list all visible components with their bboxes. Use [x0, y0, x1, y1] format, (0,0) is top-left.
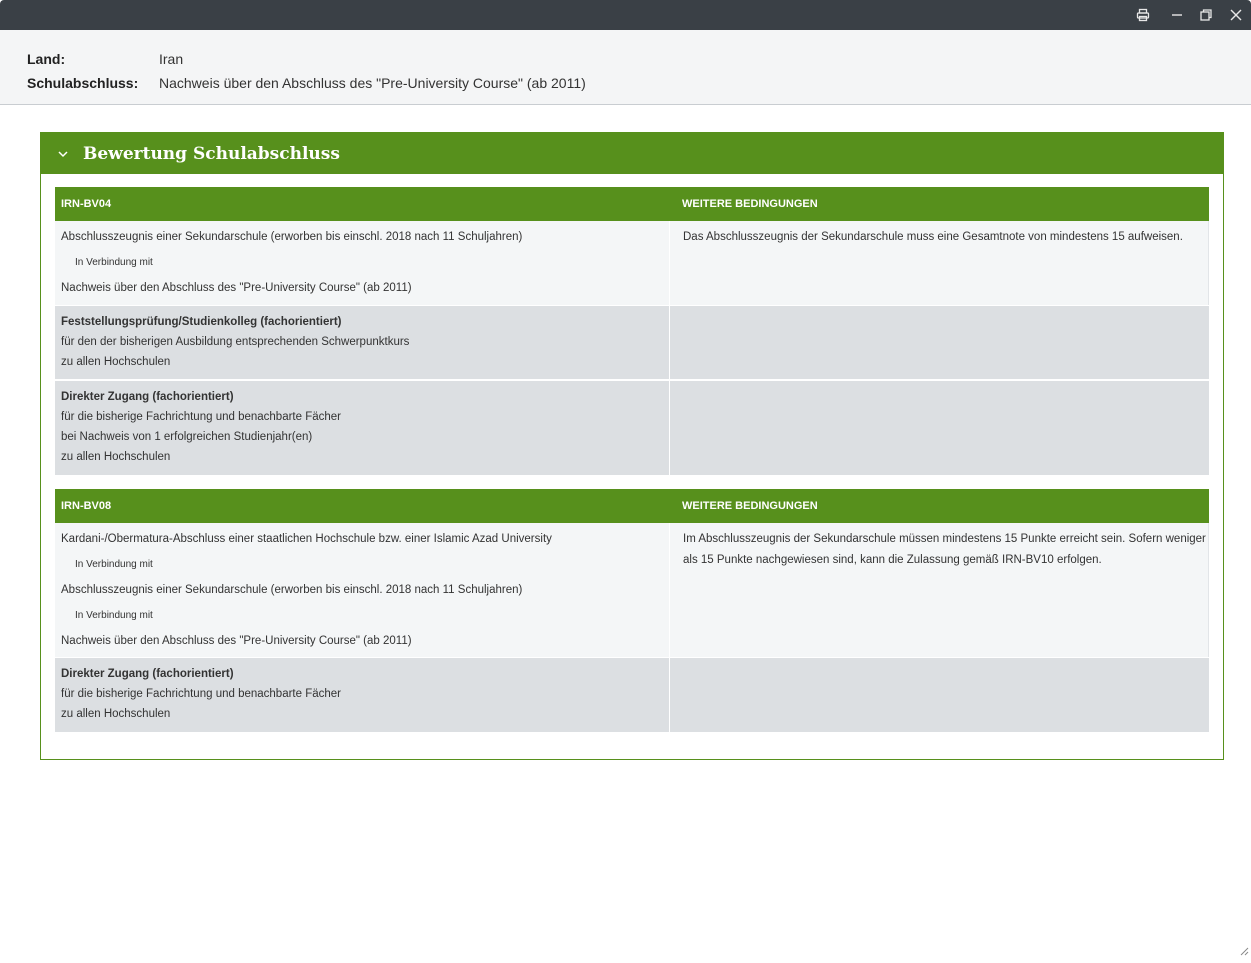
schulabschluss-value: Nachweis über den Abschluss des "Pre-Uni… — [159, 75, 586, 91]
access-condition-cell — [670, 381, 1209, 475]
access-condition-cell — [670, 306, 1209, 379]
access-line: für die bisherige Fachrichtung und benac… — [61, 688, 342, 700]
table-header: IRN-BV08 WEITERE BEDINGUNGEN — [55, 489, 1209, 523]
print-icon[interactable] — [1132, 4, 1154, 26]
land-value: Iran — [159, 51, 184, 67]
condition-cell: Im Abschlusszeugnis der Sekundarschule m… — [670, 523, 1209, 657]
access-row: Direkter Zugang (fachorientiert) für die… — [55, 381, 1209, 475]
requirement-line: Nachweis über den Abschluss des "Pre-Uni… — [61, 635, 412, 647]
access-line: für den der bisherigen Ausbildung entspr… — [61, 336, 410, 348]
conditions-header: WEITERE BEDINGUNGEN — [682, 198, 818, 210]
connector-text: In Verbindung mit — [75, 610, 153, 621]
window-titlebar — [0, 0, 1251, 30]
resize-grip-icon[interactable] — [1239, 943, 1249, 961]
access-title: Feststellungsprüfung/Studienkolleg (fach… — [61, 316, 342, 328]
access-row: Feststellungsprüfung/Studienkolleg (fach… — [55, 306, 1209, 379]
restore-icon[interactable] — [1195, 4, 1217, 26]
access-title: Direkter Zugang (fachorientiert) — [61, 391, 234, 403]
access-condition-cell — [670, 658, 1209, 732]
access-line: bei Nachweis von 1 erfolgreichen Studien… — [61, 431, 313, 443]
connector-text: In Verbindung mit — [75, 257, 153, 268]
requirement-row: Abschlusszeugnis einer Sekundarschule (e… — [55, 221, 1209, 305]
rule-table-irn-bv04: IRN-BV04 WEITERE BEDINGUNGEN Abschlussze… — [55, 187, 1209, 475]
access-title: Direkter Zugang (fachorientiert) — [61, 668, 234, 680]
condition-text: Im Abschlusszeugnis der Sekundarschule m… — [683, 533, 1206, 545]
access-cell: Feststellungsprüfung/Studienkolleg (fach… — [55, 306, 669, 379]
land-label: Land: — [27, 51, 66, 67]
table-header: IRN-BV04 WEITERE BEDINGUNGEN — [55, 187, 1209, 221]
requirement-row: Kardani-/Obermatura-Abschluss einer staa… — [55, 523, 1209, 657]
schulabschluss-label: Schulabschluss: — [27, 75, 139, 91]
access-line: zu allen Hochschulen — [61, 451, 171, 463]
access-line: zu allen Hochschulen — [61, 356, 171, 368]
access-line: zu allen Hochschulen — [61, 708, 171, 720]
rule-code: IRN-BV08 — [61, 500, 112, 512]
access-line: für die bisherige Fachrichtung und benac… — [61, 411, 342, 423]
panel-header-toggle[interactable]: Bewertung Schulabschluss — [41, 133, 1223, 174]
requirement-cell: Kardani-/Obermatura-Abschluss einer staa… — [55, 523, 669, 657]
rule-code: IRN-BV04 — [61, 198, 112, 210]
requirement-line: Abschlusszeugnis einer Sekundarschule (e… — [61, 231, 523, 243]
condition-text: Das Abschlusszeugnis der Sekundarschule … — [683, 231, 1183, 243]
condition-text: als 15 Punkte nachgewiesen sind, kann di… — [683, 554, 1102, 566]
bewertung-panel: Bewertung Schulabschluss IRN-BV04 WEITER… — [40, 132, 1224, 760]
panel-title: Bewertung Schulabschluss — [83, 144, 340, 164]
connector-text: In Verbindung mit — [75, 559, 153, 570]
access-row: Direkter Zugang (fachorientiert) für die… — [55, 658, 1209, 732]
access-cell: Direkter Zugang (fachorientiert) für die… — [55, 381, 669, 475]
minimize-icon[interactable] — [1166, 4, 1188, 26]
close-icon[interactable] — [1225, 4, 1247, 26]
condition-cell: Das Abschlusszeugnis der Sekundarschule … — [670, 221, 1209, 305]
info-header: Land: Iran Schulabschluss: Nachweis über… — [0, 30, 1251, 105]
requirement-line: Abschlusszeugnis einer Sekundarschule (e… — [61, 584, 523, 596]
conditions-header: WEITERE BEDINGUNGEN — [682, 500, 818, 512]
chevron-down-icon — [57, 147, 69, 165]
requirement-line: Nachweis über den Abschluss des "Pre-Uni… — [61, 282, 412, 294]
rule-table-irn-bv08: IRN-BV08 WEITERE BEDINGUNGEN Kardani-/Ob… — [55, 489, 1209, 732]
access-cell: Direkter Zugang (fachorientiert) für die… — [55, 658, 669, 732]
requirement-cell: Abschlusszeugnis einer Sekundarschule (e… — [55, 221, 669, 305]
requirement-line: Kardani-/Obermatura-Abschluss einer staa… — [61, 533, 552, 545]
